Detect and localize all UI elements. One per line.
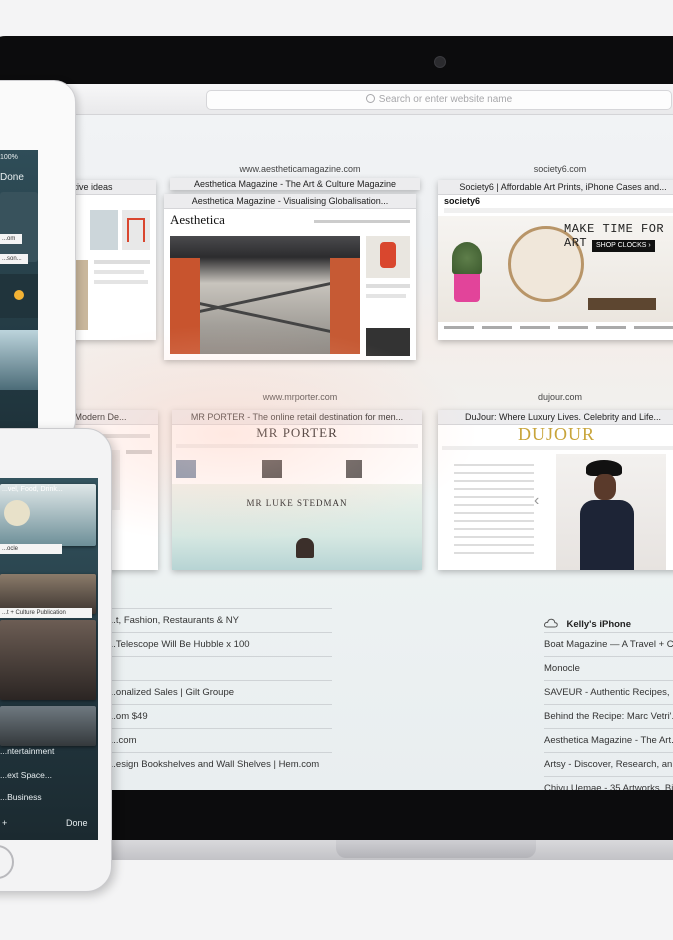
battery-status: 100% <box>0 154 18 161</box>
list-item[interactable]: ...esign Bookshelves and Wall Shelves | … <box>108 753 332 776</box>
hero-image: MAKE TIME FOR ART SHOP CLOCKS › <box>438 216 673 322</box>
tab-label: ...ocle <box>0 544 62 554</box>
tab-thumb[interactable]: ...vel, Food, Drink... <box>0 484 96 546</box>
site-label-mrporter: www.mrporter.com <box>262 392 338 402</box>
safari-window: Search or enter website name www.aesthet… <box>60 84 673 790</box>
list-item[interactable]: ....com <box>108 729 332 753</box>
iphone-done-button[interactable]: Done <box>66 818 88 828</box>
site-label-aesthetica: www.aestheticamagazine.com <box>239 164 361 174</box>
camera-icon <box>434 56 446 68</box>
list-item[interactable]: ...onalized Sales | Gilt Groupe <box>108 681 332 705</box>
tab-thumb[interactable] <box>0 192 38 262</box>
top-site-card-dujour[interactable]: DuJour: Where Luxury Lives. Celebrity an… <box>438 410 673 570</box>
list-item[interactable]: Boat Magazine — A Travel + C... <box>544 633 673 657</box>
thumbnail-image <box>122 210 150 250</box>
site-label-society6: society6.com <box>533 164 587 174</box>
list-item[interactable]: ...om $49 <box>108 705 332 729</box>
sidebar-thumb <box>366 236 410 278</box>
hero-headline: MR LUKE STEDMAN <box>246 498 348 508</box>
aesthetica-logo: Aesthetica <box>170 212 225 227</box>
list-item[interactable]: ... <box>108 657 332 681</box>
card-title: Society6 | Affordable Art Prints, iPhone… <box>438 180 673 195</box>
tab-title[interactable]: ...Business <box>0 792 42 802</box>
laptop-notch <box>336 840 536 858</box>
list-item[interactable]: ...t, Fashion, Restaurants & NY <box>108 609 332 633</box>
address-bar-placeholder: Search or enter website name <box>378 94 513 105</box>
device-header: Kelly's iPhone <box>544 614 632 630</box>
tab-thumb[interactable] <box>0 330 38 390</box>
tab-thumb[interactable] <box>0 620 96 700</box>
card-title-back: Aesthetica Magazine - The Art & Culture … <box>170 178 420 190</box>
site-label-dujour: dujour.com <box>537 392 583 402</box>
hero-image <box>556 454 666 570</box>
list-item[interactable]: SAVEUR - Authentic Recipes, ... <box>544 681 673 705</box>
list-item[interactable]: Monocle <box>544 657 673 681</box>
top-site-card-aesthetica[interactable]: Aesthetica Magazine - Visualising Global… <box>164 194 416 360</box>
address-bar[interactable]: Search or enter website name <box>206 90 672 110</box>
sidebar-thumb <box>366 328 410 356</box>
list-item[interactable]: ...Telescope Will Be Hubble x 100 <box>108 633 332 657</box>
history-list-right: Boat Magazine — A Travel + C... Monocle … <box>544 632 673 790</box>
list-item[interactable]: Behind the Recipe: Marc Vetri'... <box>544 705 673 729</box>
thumbnail-image <box>90 210 118 250</box>
laptop-bezel <box>60 790 673 846</box>
tab-title: ...vel, Food, Drink... <box>2 486 63 493</box>
ipad-done-button[interactable]: Done <box>0 172 24 183</box>
safari-toolbar: Search or enter website name <box>60 84 673 115</box>
shop-clocks-button[interactable]: SHOP CLOCKS › <box>592 240 655 252</box>
tab-label: ...son... <box>0 254 28 264</box>
list-item[interactable]: Artsy - Discover, Research, an... <box>544 753 673 777</box>
top-site-card-society6[interactable]: Society6 | Affordable Art Prints, iPhone… <box>438 180 673 340</box>
ipad-screen: 100% Done ...om ...son... <box>0 150 38 440</box>
card-title: DuJour: Where Luxury Lives. Celebrity an… <box>438 410 673 425</box>
tab-title[interactable]: ...ntertainment <box>0 746 54 756</box>
new-tab-button[interactable]: + <box>2 818 7 828</box>
society6-logo: society6 <box>444 196 481 206</box>
card-title: MR PORTER - The online retail destinatio… <box>172 410 422 425</box>
tab-label: ...om <box>0 234 22 244</box>
dujour-logo: DUJOUR <box>518 424 596 444</box>
top-site-card-back: Aesthetica Magazine - The Art & Culture … <box>170 178 420 190</box>
tab-thumb[interactable] <box>0 274 38 318</box>
search-icon <box>365 94 375 103</box>
list-item[interactable]: Aesthetica Magazine - The Art... <box>544 729 673 753</box>
hero-image <box>170 236 360 354</box>
device-name: Kelly's iPhone <box>566 619 632 630</box>
tab-label: ...t + Culture Publication <box>0 608 92 618</box>
article-list <box>454 458 534 558</box>
hero-image: MR LUKE STEDMAN <box>172 484 422 570</box>
history-list-left: ...t, Fashion, Restaurants & NY ...Teles… <box>108 608 332 776</box>
tab-title[interactable]: ...ext Space... <box>0 770 52 780</box>
card-title: Aesthetica Magazine - Visualising Global… <box>164 194 416 209</box>
top-site-card-mrporter[interactable]: MR PORTER - The online retail destinatio… <box>172 410 422 570</box>
mrporter-logo: MR PORTER <box>256 425 338 440</box>
tab-thumb[interactable] <box>0 706 96 746</box>
cloud-icon <box>544 618 558 628</box>
chevron-left-icon[interactable]: ‹ <box>534 492 539 510</box>
list-item[interactable]: Chiyu Uemae - 35 Artworks, Bi... <box>544 777 673 790</box>
iphone-screen: ...vel, Food, Drink... ...ocle ...t + Cu… <box>0 478 98 840</box>
